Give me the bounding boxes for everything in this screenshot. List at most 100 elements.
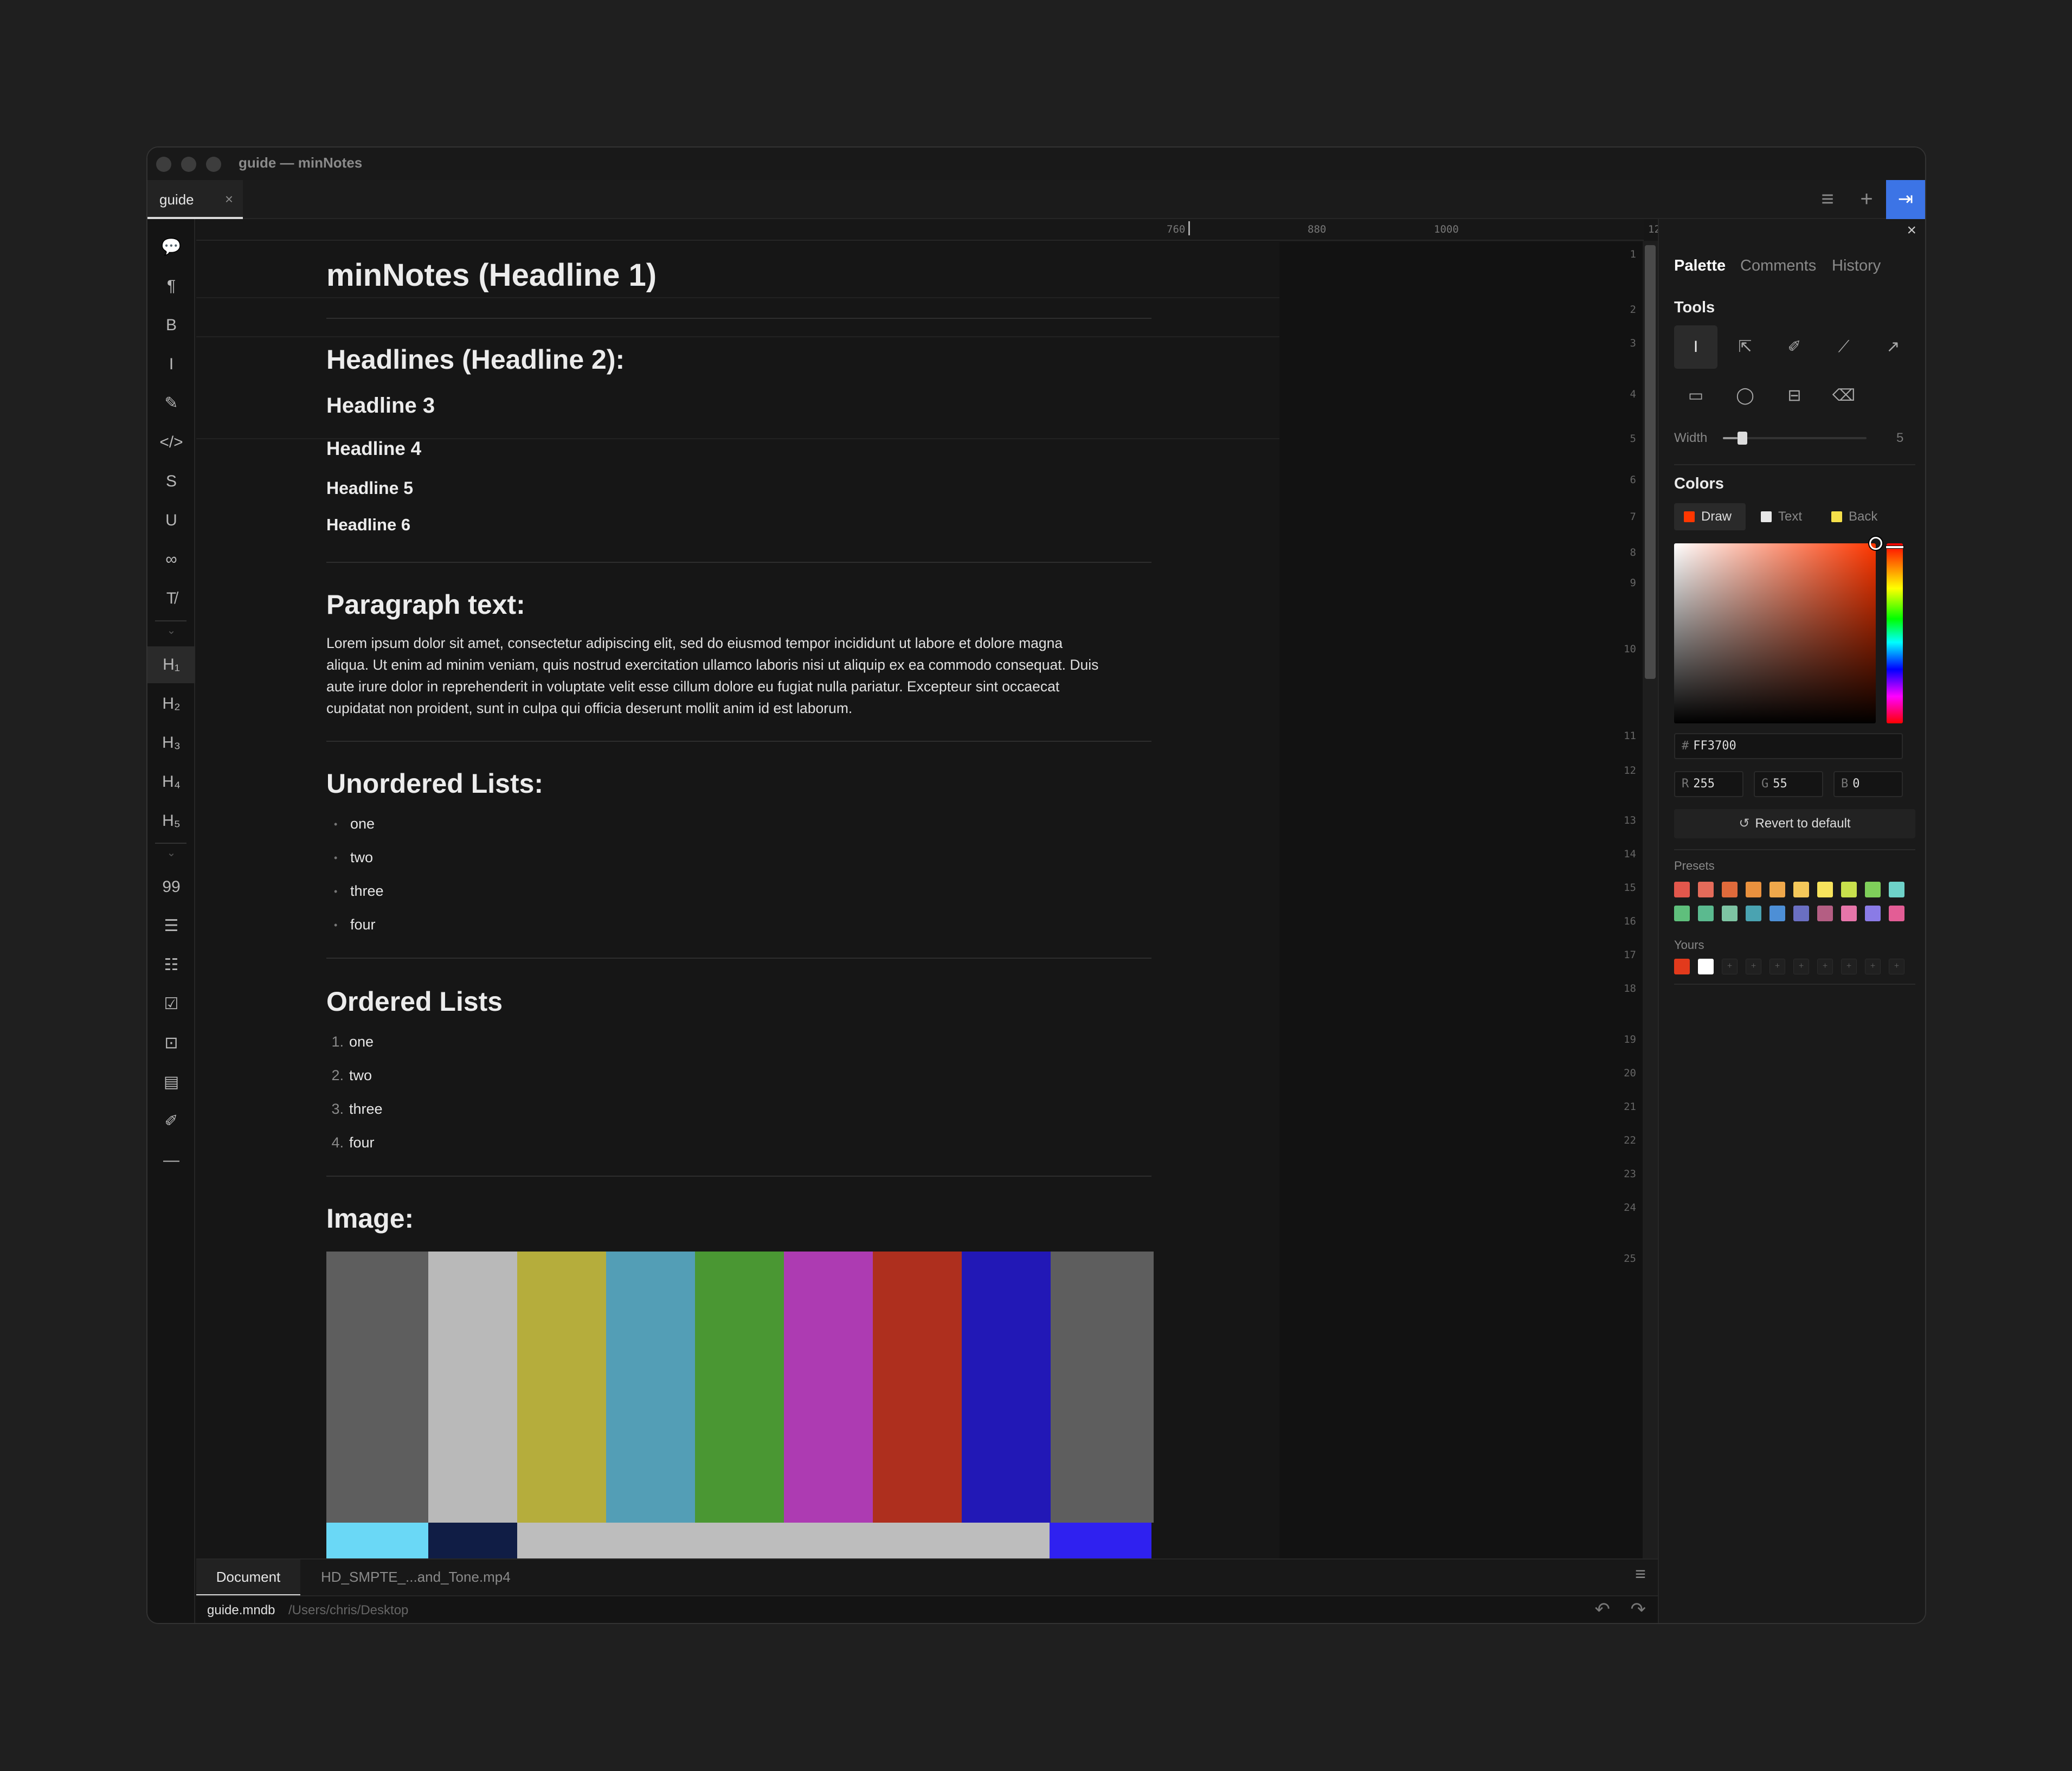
heading-h3-icon[interactable]: H₃ bbox=[147, 724, 195, 761]
add-swatch-button[interactable]: + bbox=[1793, 959, 1809, 974]
preset-swatch[interactable] bbox=[1769, 906, 1785, 921]
hue-slider[interactable] bbox=[1886, 543, 1904, 723]
preset-swatch[interactable] bbox=[1698, 906, 1714, 921]
tab-document[interactable]: Document bbox=[196, 1560, 300, 1596]
toggle-sidebar-button[interactable]: ⇥ bbox=[1886, 180, 1925, 219]
preset-swatch[interactable] bbox=[1865, 906, 1881, 921]
blue-input[interactable]: B0 bbox=[1833, 771, 1903, 797]
list-item[interactable]: • three bbox=[326, 883, 384, 900]
heading-h2-icon[interactable]: H₂ bbox=[147, 685, 195, 722]
saturation-picker[interactable] bbox=[1674, 537, 1882, 723]
highlight-icon[interactable]: ✎ bbox=[147, 385, 195, 422]
table-icon[interactable]: ▤ bbox=[147, 1064, 195, 1101]
preset-swatch[interactable] bbox=[1793, 882, 1809, 897]
add-swatch-button[interactable]: + bbox=[1841, 959, 1857, 974]
preset-swatch[interactable] bbox=[1793, 906, 1809, 921]
undo-icon[interactable]: ↶ bbox=[1595, 1599, 1611, 1620]
revert-to-default-button[interactable]: ↺ Revert to default bbox=[1674, 809, 1915, 838]
menu-icon[interactable]: ≡ bbox=[1635, 1564, 1646, 1585]
width-slider[interactable] bbox=[1723, 432, 1867, 445]
list-item[interactable]: 4. four bbox=[312, 1134, 374, 1151]
heading-h4-icon[interactable]: H₄ bbox=[147, 763, 195, 800]
headline-2[interactable]: Headlines (Headline 2): bbox=[326, 344, 625, 375]
list-item[interactable]: 2. two bbox=[312, 1067, 372, 1084]
chevron-down-icon[interactable]: ⌄ bbox=[147, 624, 195, 637]
comment-icon[interactable]: 💬 bbox=[147, 229, 195, 266]
link-icon[interactable]: ∞ bbox=[147, 541, 195, 578]
hue-handle[interactable] bbox=[1886, 546, 1904, 549]
headline-3[interactable]: Headline 3 bbox=[326, 394, 435, 418]
redo-icon[interactable]: ↷ bbox=[1631, 1599, 1646, 1620]
preset-swatch[interactable] bbox=[1889, 906, 1904, 921]
scrollbar-thumb[interactable] bbox=[1645, 245, 1656, 679]
underline-icon[interactable]: U bbox=[147, 502, 195, 539]
tab-close-icon[interactable]: × bbox=[225, 191, 233, 208]
select-tool-icon[interactable]: ⇱ bbox=[1723, 325, 1767, 369]
strikethrough-icon[interactable]: S bbox=[147, 463, 195, 500]
ruler-cursor[interactable] bbox=[1188, 221, 1190, 235]
heading-h1-icon[interactable]: H₁ bbox=[147, 646, 195, 683]
preset-swatch[interactable] bbox=[1841, 906, 1857, 921]
headline-5[interactable]: Headline 5 bbox=[326, 478, 413, 498]
width-slider-handle[interactable] bbox=[1737, 432, 1747, 445]
heading-h5-icon[interactable]: H₅ bbox=[147, 803, 195, 839]
picker-handle[interactable] bbox=[1869, 537, 1882, 550]
add-swatch-button[interactable]: + bbox=[1722, 959, 1738, 974]
preset-swatch[interactable] bbox=[1841, 882, 1857, 897]
tab-video-file[interactable]: HD_SMPTE_...and_Tone.mp4 bbox=[321, 1560, 511, 1596]
add-swatch-button[interactable]: + bbox=[1889, 959, 1904, 974]
clear-format-icon[interactable]: T̸ bbox=[147, 580, 195, 617]
preset-swatch[interactable] bbox=[1698, 882, 1714, 897]
hex-input[interactable]: # FF3700 bbox=[1674, 733, 1903, 759]
list-item[interactable]: • four bbox=[326, 916, 376, 933]
ordered-list-heading[interactable]: Ordered Lists bbox=[326, 986, 503, 1017]
paragraph-text[interactable]: Lorem ipsum dolor sit amet, consectetur … bbox=[326, 632, 1151, 719]
ellipse-tool-icon[interactable]: ◯ bbox=[1723, 374, 1767, 418]
checklist-icon[interactable]: ☑ bbox=[147, 986, 195, 1023]
list-item[interactable]: • one bbox=[326, 816, 375, 832]
preset-swatch[interactable] bbox=[1817, 882, 1833, 897]
pen-tool-icon[interactable]: ✐ bbox=[1773, 325, 1816, 369]
minimize-window-button[interactable] bbox=[181, 157, 196, 172]
color-mode-back[interactable]: Back bbox=[1822, 503, 1887, 530]
red-input[interactable]: R 255 bbox=[1674, 771, 1743, 797]
quote-icon[interactable]: 99 bbox=[147, 869, 195, 906]
preset-swatch[interactable] bbox=[1889, 882, 1904, 897]
rectangle-tool-icon[interactable]: ▭ bbox=[1674, 374, 1717, 418]
list-item[interactable]: • two bbox=[326, 849, 373, 866]
paragraph-heading[interactable]: Paragraph text: bbox=[326, 589, 525, 620]
divider-icon[interactable]: — bbox=[147, 1142, 195, 1179]
add-swatch-button[interactable]: + bbox=[1769, 959, 1785, 974]
ordered-list-icon[interactable]: ☷ bbox=[147, 947, 195, 984]
preset-swatch[interactable] bbox=[1865, 882, 1881, 897]
line-tool-icon[interactable]: ⟋ bbox=[1822, 325, 1865, 369]
add-swatch-button[interactable]: + bbox=[1746, 959, 1761, 974]
image-heading[interactable]: Image: bbox=[326, 1203, 414, 1234]
preset-swatch[interactable] bbox=[1746, 906, 1761, 921]
unordered-list-icon[interactable]: ☰ bbox=[147, 908, 195, 945]
toggle-icon[interactable]: ⊡ bbox=[147, 1025, 195, 1062]
bold-icon[interactable]: B bbox=[147, 307, 195, 344]
preset-swatch[interactable] bbox=[1746, 882, 1761, 897]
close-panel-icon[interactable]: × bbox=[1907, 221, 1916, 240]
tab-palette[interactable]: Palette bbox=[1674, 257, 1726, 275]
green-input[interactable]: G 55 bbox=[1754, 771, 1823, 797]
document-editor[interactable]: minNotes (Headline 1) Headlines (Headlin… bbox=[196, 242, 1644, 1560]
text-box-tool-icon[interactable]: ⊟ bbox=[1773, 374, 1816, 418]
eraser-tool-icon[interactable]: ⌫ bbox=[1822, 374, 1865, 418]
headline-6[interactable]: Headline 6 bbox=[326, 515, 410, 535]
add-swatch-button[interactable]: + bbox=[1817, 959, 1833, 974]
headline-1[interactable]: minNotes (Headline 1) bbox=[326, 257, 657, 293]
code-icon[interactable]: </> bbox=[147, 424, 195, 461]
preset-swatch[interactable] bbox=[1722, 882, 1738, 897]
custom-swatch[interactable] bbox=[1674, 959, 1690, 974]
preset-swatch[interactable] bbox=[1674, 882, 1690, 897]
tab-comments[interactable]: Comments bbox=[1740, 257, 1816, 275]
color-mode-draw[interactable]: Draw bbox=[1674, 503, 1746, 530]
paragraph-icon[interactable]: ¶ bbox=[147, 268, 195, 305]
new-tab-button[interactable]: + bbox=[1847, 180, 1886, 219]
unordered-list-heading[interactable]: Unordered Lists: bbox=[326, 768, 543, 799]
custom-swatch[interactable] bbox=[1698, 959, 1714, 974]
preset-swatch[interactable] bbox=[1674, 906, 1690, 921]
tab-history[interactable]: History bbox=[1832, 257, 1881, 275]
